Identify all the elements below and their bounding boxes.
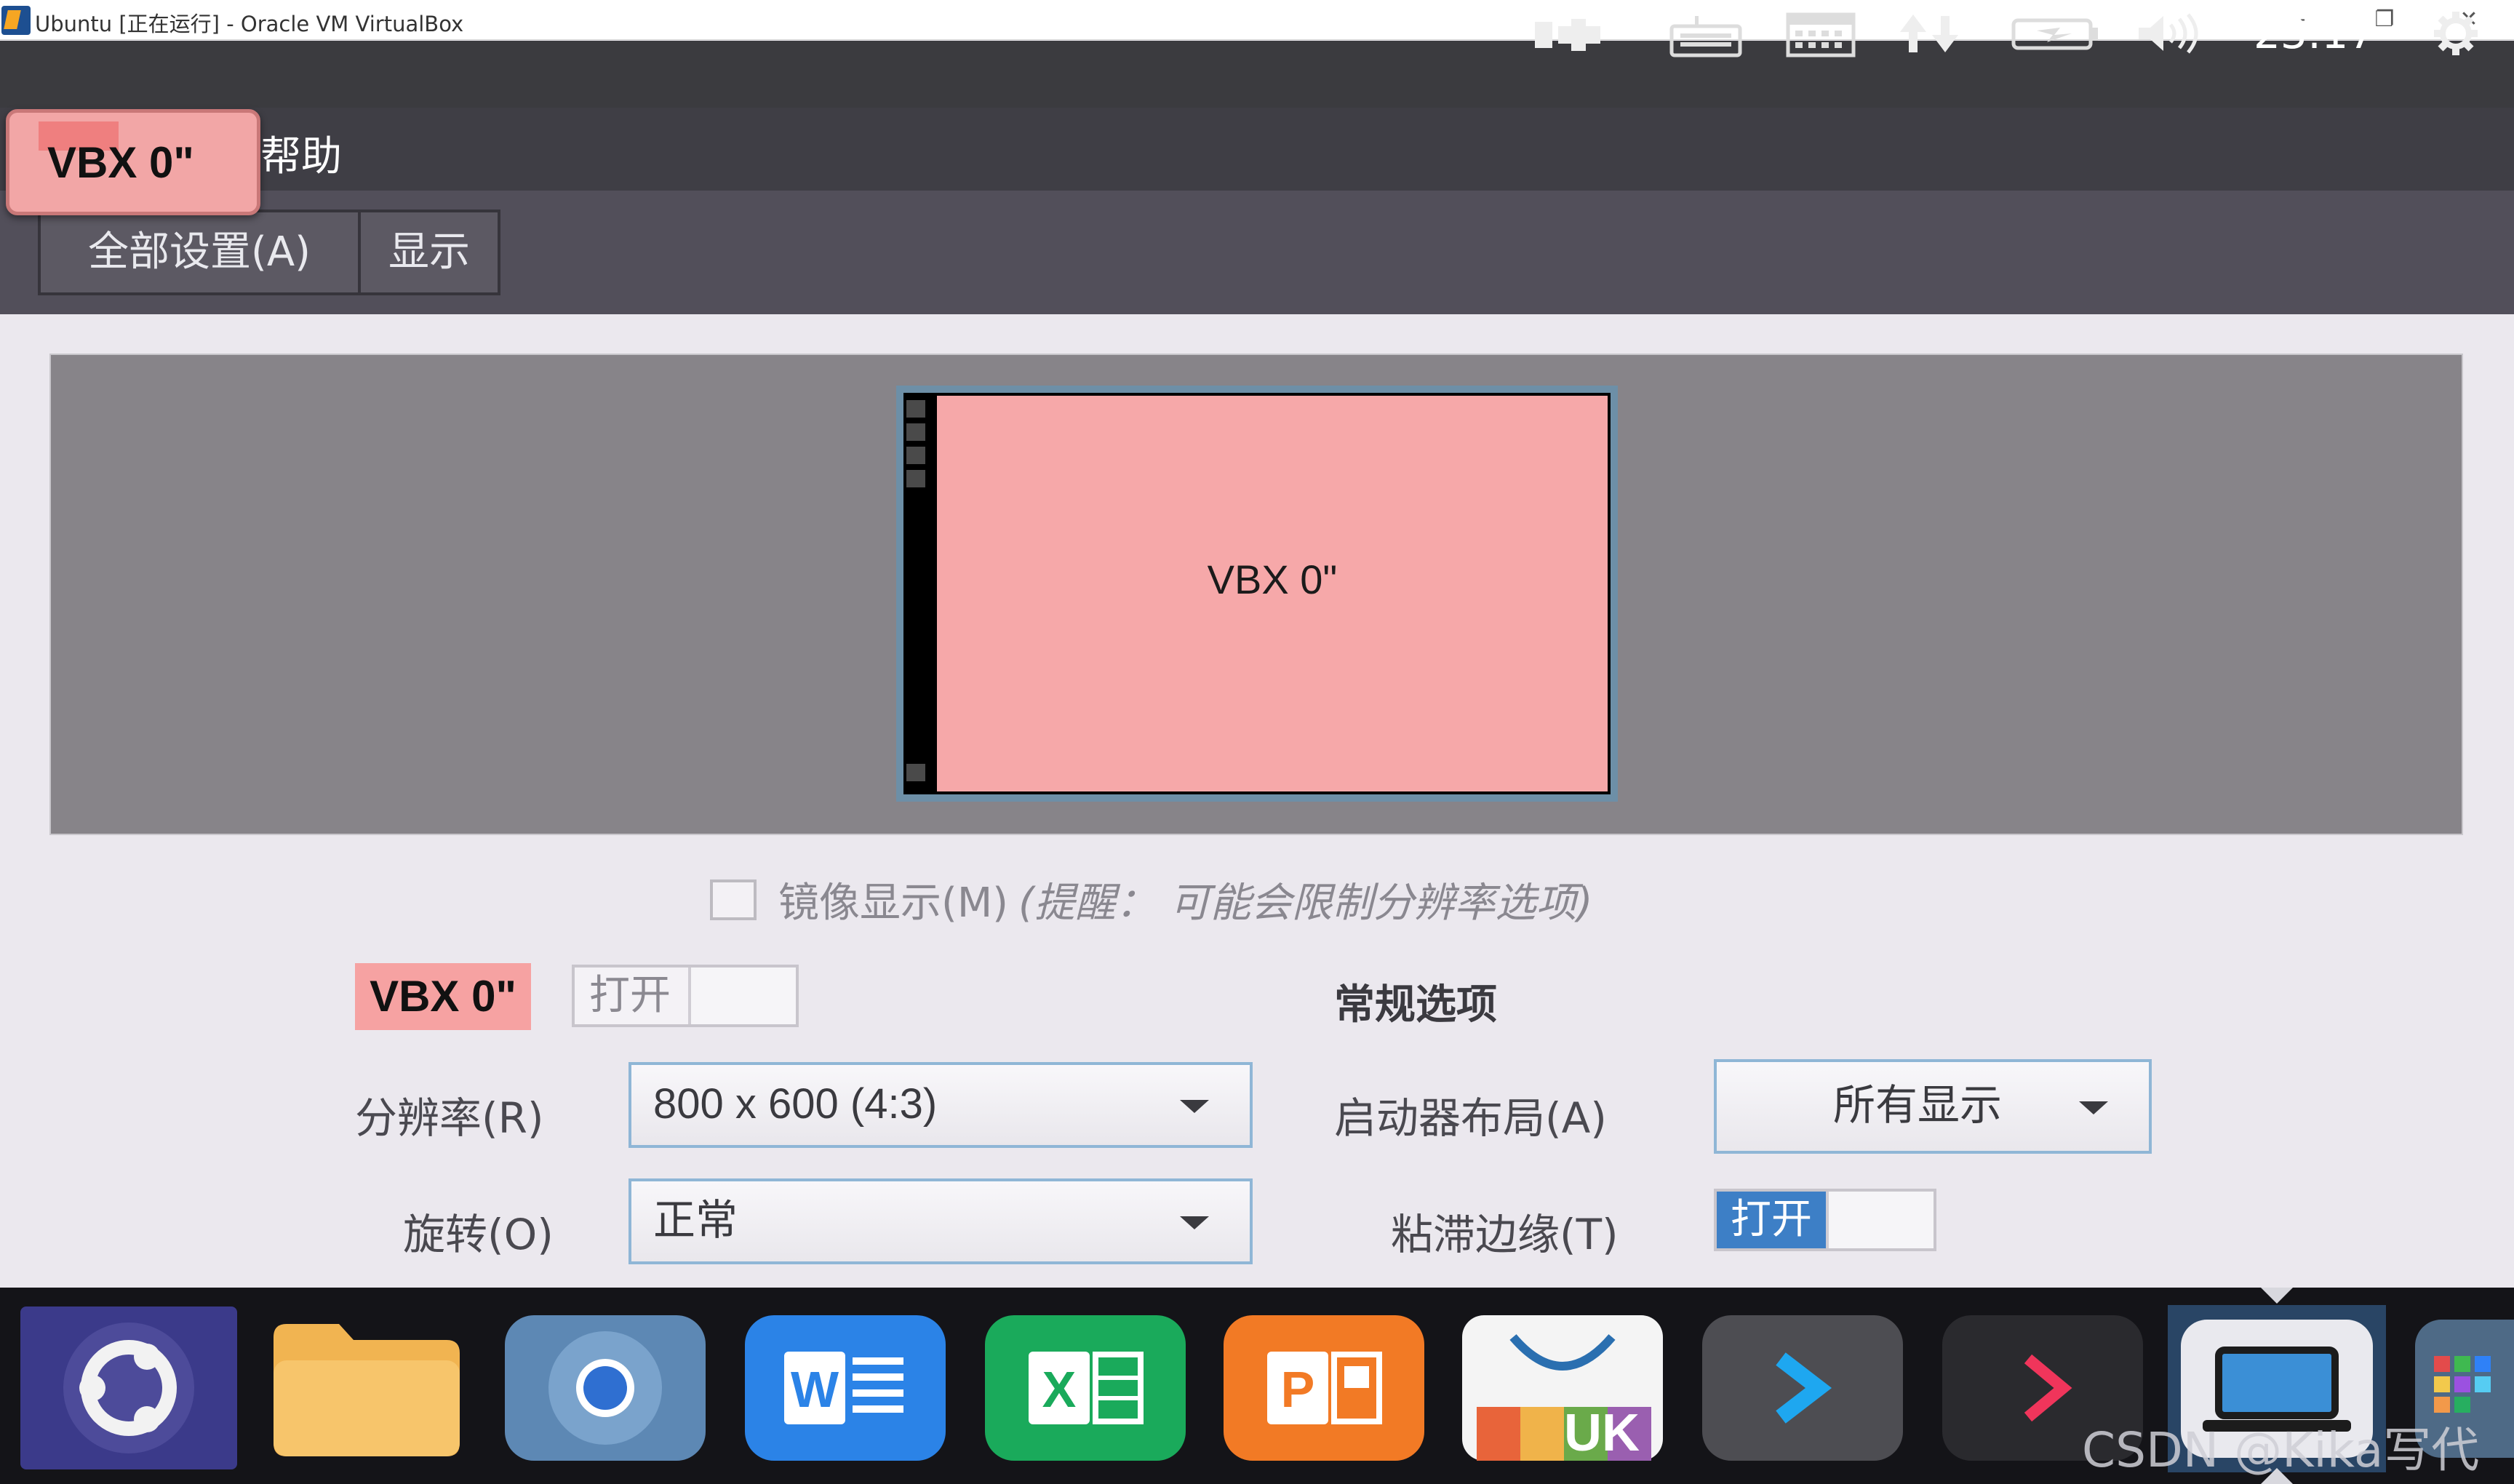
wps-spreadsheet-icon[interactable]: X [985,1315,1186,1461]
monitor-label: VBX 0" [1207,556,1338,602]
sticky-edges-switch[interactable]: 打开 [1714,1189,1936,1251]
mirror-display-option: 镜像显示(M) (提醒： 可能会限制分辨率选项) [710,870,1593,929]
resolution-value: 800 x 600 (4:3) [653,1080,938,1128]
launcher-layout-value: 所有显示 [1833,1082,2003,1129]
monitor-name-badge: VBX 0" [355,963,531,1030]
gear-icon[interactable] [2419,7,2492,60]
network-icon[interactable] [1891,7,1971,60]
svg-text:UK: UK [1564,1404,1640,1461]
wps-writer-icon[interactable]: W [745,1315,946,1461]
clock[interactable]: 23:17 [2254,7,2375,60]
launcher-layout-label: 启动器布局(A) [1334,1093,1607,1143]
tab-display[interactable]: 显示 [358,210,500,295]
display-menu-label: VBX 0" [47,138,194,187]
svg-text:P: P [1281,1361,1315,1418]
rotation-select[interactable]: 正常 [628,1178,1253,1264]
switch-knob [1826,1192,1934,1248]
chevron-down-icon [1180,1100,1209,1113]
active-indicator-top [2261,1288,2293,1304]
terminal-icon[interactable] [1702,1315,1903,1461]
tab-all-settings[interactable]: 全部设置(A) [38,210,361,295]
volume-icon[interactable] [2131,7,2211,60]
mirror-checkbox[interactable] [710,879,757,920]
switch-label: 打开 [589,972,671,1019]
monitor-preview[interactable]: VBX 0" [896,386,1618,802]
svg-text:X: X [1042,1361,1077,1418]
indicator-icon[interactable] [1528,7,1608,60]
resolution-select[interactable]: 800 x 600 (4:3) [628,1062,1253,1148]
rotation-label: 旋转(O) [403,1210,554,1259]
chevron-down-icon [2079,1101,2108,1114]
launcher-layout-select[interactable]: 所有显示 [1714,1059,2152,1154]
chevron-down-icon [1180,1216,1209,1229]
sticky-switch-label: 打开 [1717,1192,1826,1248]
wps-presentation-icon[interactable]: P [1224,1315,1424,1461]
window-title: Ubuntu [正在运行] - Oracle VM VirtualBox [35,12,464,36]
ubuntu-icon[interactable] [20,1307,237,1469]
monitor-power-switch[interactable]: 打开 [572,965,799,1027]
battery-icon[interactable] [2008,7,2102,60]
sticky-edges-label: 粘滞边缘(T) [1391,1210,1619,1259]
switch-knob [688,968,796,1024]
resolution-label: 分辨率(R) [355,1093,544,1143]
help-menu[interactable]: 帮助 [260,124,342,183]
watermark: CSDN @Kika写代码 [2082,1422,2480,1478]
calendar-icon[interactable] [1781,7,1861,60]
files-icon[interactable] [266,1315,467,1461]
svg-text:W: W [791,1361,839,1418]
virtualbox-icon [1,6,31,35]
display-menu-button[interactable]: VBX 0" [6,109,260,215]
mirror-hint: (提醒： 可能会限制分辨率选项) [1018,879,1593,927]
monitor-screen: VBX 0" [937,396,1608,791]
ubuntukylin-store-icon[interactable]: UK [1462,1315,1663,1462]
rotation-value: 正常 [653,1197,738,1244]
chromium-icon[interactable] [505,1315,706,1461]
menubar [0,108,2514,191]
launcher-strip [906,400,928,781]
general-options-title: 常规选项 [1334,981,1497,1029]
keyboard-icon[interactable] [1666,7,1746,60]
mirror-label: 镜像显示(M) [778,879,1009,927]
